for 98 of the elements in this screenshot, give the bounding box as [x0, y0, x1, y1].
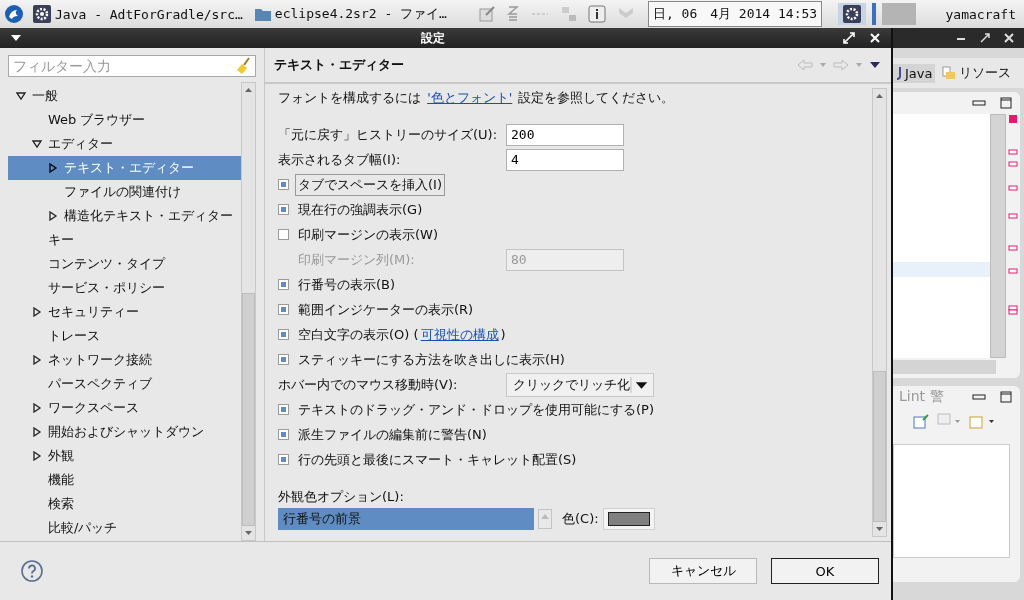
checkbox[interactable]	[278, 429, 289, 440]
tree-item[interactable]: 一般	[8, 84, 241, 108]
checkbox-label: 行番号の表示(B)	[297, 275, 397, 294]
clock[interactable]: 日, 06 4月 2014 14:53	[647, 1, 823, 27]
filter-field[interactable]: フィルター入力	[8, 55, 256, 77]
cancel-button[interactable]: キャンセル	[649, 558, 757, 584]
tree-item[interactable]: 検索	[8, 492, 241, 516]
checkbox-label: テキストのドラッグ・アンド・ドロップを使用可能にする(P)	[297, 400, 655, 419]
minimize-icon[interactable]	[972, 392, 986, 402]
checkbox[interactable]	[278, 179, 289, 190]
collapse-icon[interactable]	[32, 139, 42, 149]
tree-item[interactable]: 比較/パッチ	[8, 516, 241, 540]
dropdown[interactable]: クリックでリッチ化	[506, 372, 654, 397]
tree-item[interactable]: パースペクティブ	[8, 372, 241, 396]
expand-icon[interactable]	[32, 451, 42, 461]
tree-item[interactable]: キー	[8, 228, 241, 252]
checkbox[interactable]	[278, 279, 289, 290]
expand-icon[interactable]	[48, 163, 58, 173]
expand-icon[interactable]	[32, 427, 42, 437]
checkbox-label: 派生ファイルの編集前に警告(N)	[297, 425, 488, 444]
sort-icon[interactable]	[505, 4, 520, 24]
start-menu-icon[interactable]	[4, 4, 24, 24]
tree-item[interactable]: サービス・ポリシー	[8, 276, 241, 300]
maximize-icon[interactable]	[1000, 391, 1012, 403]
scrollbar[interactable]	[872, 88, 887, 537]
ok-button[interactable]: OK	[771, 558, 879, 584]
menu-icon[interactable]	[10, 33, 22, 43]
color-button[interactable]	[602, 508, 655, 530]
gear-icon	[33, 5, 51, 23]
field-label: 印刷マージン列(M):	[297, 250, 416, 269]
scrollbar[interactable]	[241, 82, 256, 541]
perspective-button[interactable]: Java	[893, 63, 936, 83]
checkbox-label: 印刷マージンの表示(W)	[297, 225, 439, 244]
intro-text: フォントを構成するには '色とフォント' 設定を参照してください。	[278, 89, 676, 107]
view-menu-icon[interactable]	[869, 61, 881, 69]
scrollbar[interactable]	[990, 114, 1006, 358]
checkbox-label: 空白文字の表示(O) (可視性の構成)	[297, 325, 507, 344]
workspace-indicator[interactable]	[872, 3, 877, 25]
help-icon[interactable]	[20, 559, 44, 583]
input-field[interactable]: 200	[506, 123, 624, 146]
maximize-icon[interactable]	[1000, 97, 1012, 109]
tree-item[interactable]: トレース	[8, 324, 241, 348]
list-item[interactable]: 行番号の前景	[278, 508, 534, 530]
checkbox-label: タブでスペースを挿入(I)	[295, 173, 445, 196]
expand-icon[interactable]	[32, 307, 42, 317]
checkbox[interactable]	[278, 404, 289, 415]
info-icon[interactable]	[587, 5, 606, 23]
close-icon[interactable]	[1004, 33, 1014, 43]
checkbox[interactable]	[278, 454, 289, 465]
expand-icon[interactable]	[48, 211, 58, 221]
page-title: テキスト・エディター	[274, 56, 405, 74]
checkbox[interactable]	[278, 229, 289, 240]
window-pin-icon[interactable]	[913, 413, 929, 429]
field-label: 「元に戻す」ヒストリーのサイズ(U):	[278, 125, 499, 144]
checkbox[interactable]	[278, 329, 289, 340]
tree-item[interactable]: Web ブラウザー	[8, 108, 241, 132]
perspective-button[interactable]: リソース	[939, 62, 1015, 84]
notepad-icon[interactable]	[477, 5, 496, 23]
checkbox-label: 範囲インジケーターの表示(R)	[297, 300, 475, 319]
color-label: 色(C):	[562, 510, 599, 528]
tree-item[interactable]: 外観	[8, 444, 241, 468]
checkbox[interactable]	[278, 304, 289, 315]
checkbox-label: 行の先頭と最後にスマート・キャレット配置(S)	[297, 450, 578, 469]
tree-item[interactable]: 機能	[8, 468, 241, 492]
tree-item[interactable]: ファイルの関連付け	[8, 180, 241, 204]
section-label: 外観色オプション(L):	[278, 488, 405, 506]
tree-item[interactable]: ワークスペース	[8, 396, 241, 420]
folder-icon	[254, 7, 271, 21]
restore-icon[interactable]	[980, 33, 990, 43]
window-export-icon[interactable]	[969, 413, 995, 429]
taskbar-app-button[interactable]	[838, 3, 867, 25]
checkbox[interactable]	[278, 354, 289, 365]
gear-icon	[843, 5, 862, 23]
checkbox[interactable]	[278, 204, 289, 215]
dialog-title: 設定	[419, 29, 446, 47]
tree-item[interactable]: コンテンツ・タイプ	[8, 252, 241, 276]
field-label: ホバー内でのマウス移動時(V):	[278, 375, 459, 394]
tree-item[interactable]: 構造化テキスト・エディター	[8, 204, 241, 228]
colors-fonts-link[interactable]: '色とフォント'	[427, 90, 513, 105]
folder-icon	[942, 66, 957, 80]
tree-item[interactable]: ネットワーク接続	[8, 348, 241, 372]
whitespace-config-link[interactable]: 可視性の構成	[420, 326, 499, 342]
expand-icon[interactable]	[32, 403, 42, 413]
checkbox-label: スティッキーにする方法を吹き出しに表示(H)	[297, 350, 566, 369]
tree-item[interactable]: エディター	[8, 132, 241, 156]
scrollbar[interactable]	[893, 360, 996, 374]
tree-item[interactable]: セキュリティー	[8, 300, 241, 324]
user-name: yamacraft	[945, 6, 1016, 22]
checkbox-label: 現在行の強調表示(G)	[297, 200, 424, 219]
expand-icon[interactable]	[32, 355, 42, 365]
broom-icon[interactable]	[236, 57, 252, 75]
taskbar-window-button[interactable]: eclipse4.2sr2 - ファイ…	[251, 5, 450, 23]
tree-item[interactable]: 開始およびシャットダウン	[8, 420, 241, 444]
field-label: 表示されるタブ幅(I):	[278, 150, 402, 169]
collapse-icon[interactable]	[16, 91, 26, 101]
taskbar-window-button[interactable]: Java - AdtForGradle/src…	[30, 5, 246, 23]
input-field[interactable]: 4	[506, 148, 624, 171]
minimize-icon[interactable]	[972, 98, 986, 108]
